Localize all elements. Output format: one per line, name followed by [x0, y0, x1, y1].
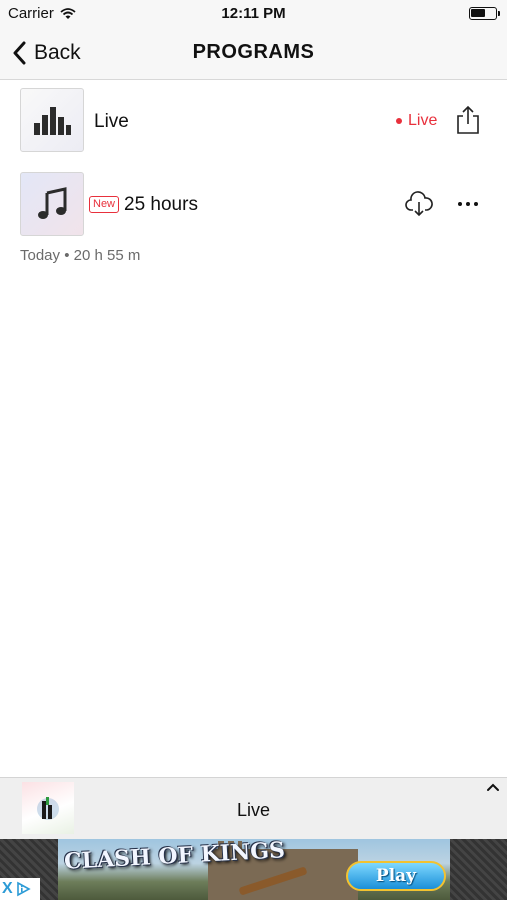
- status-bar: Carrier 12:11 PM: [0, 0, 507, 28]
- new-badge: New: [89, 196, 120, 213]
- music-note-icon: [38, 187, 67, 219]
- program-row-live[interactable]: Live Live: [0, 85, 507, 157]
- program-title: Live: [94, 111, 129, 132]
- live-status: Live: [396, 112, 437, 130]
- battery-icon: [469, 7, 500, 20]
- ad-banner[interactable]: CLASH OF KINGS Play: [0, 839, 507, 900]
- program-meta: Today • 20 h 55 m: [20, 247, 141, 264]
- program-thumbnail: [20, 172, 84, 236]
- live-status-label: Live: [408, 112, 438, 129]
- chevron-up-icon[interactable]: [485, 780, 501, 794]
- share-icon[interactable]: [453, 105, 483, 135]
- ad-choices: X: [0, 878, 40, 900]
- navigation-bar: Back PROGRAMS: [0, 28, 507, 80]
- program-row-episode[interactable]: New 25 hours Today • 20 h 55 m: [0, 170, 507, 270]
- ad-artwork: CLASH OF KINGS Play: [58, 839, 450, 900]
- equalizer-bars-icon: [34, 107, 71, 135]
- program-thumbnail: [20, 88, 84, 152]
- page-title: PROGRAMS: [192, 41, 315, 63]
- status-time: 12:11 PM: [221, 5, 286, 22]
- ad-close-button[interactable]: X: [2, 880, 13, 898]
- more-icon[interactable]: [455, 192, 481, 216]
- program-title: 25 hours: [124, 194, 198, 215]
- cloud-download-icon[interactable]: [404, 190, 434, 218]
- ad-play-button[interactable]: Play: [346, 861, 446, 891]
- live-dot-icon: [396, 118, 402, 124]
- mini-player[interactable]: Live: [0, 777, 507, 839]
- mini-player-title: Live: [236, 800, 271, 820]
- ad-choices-icon[interactable]: [15, 881, 31, 897]
